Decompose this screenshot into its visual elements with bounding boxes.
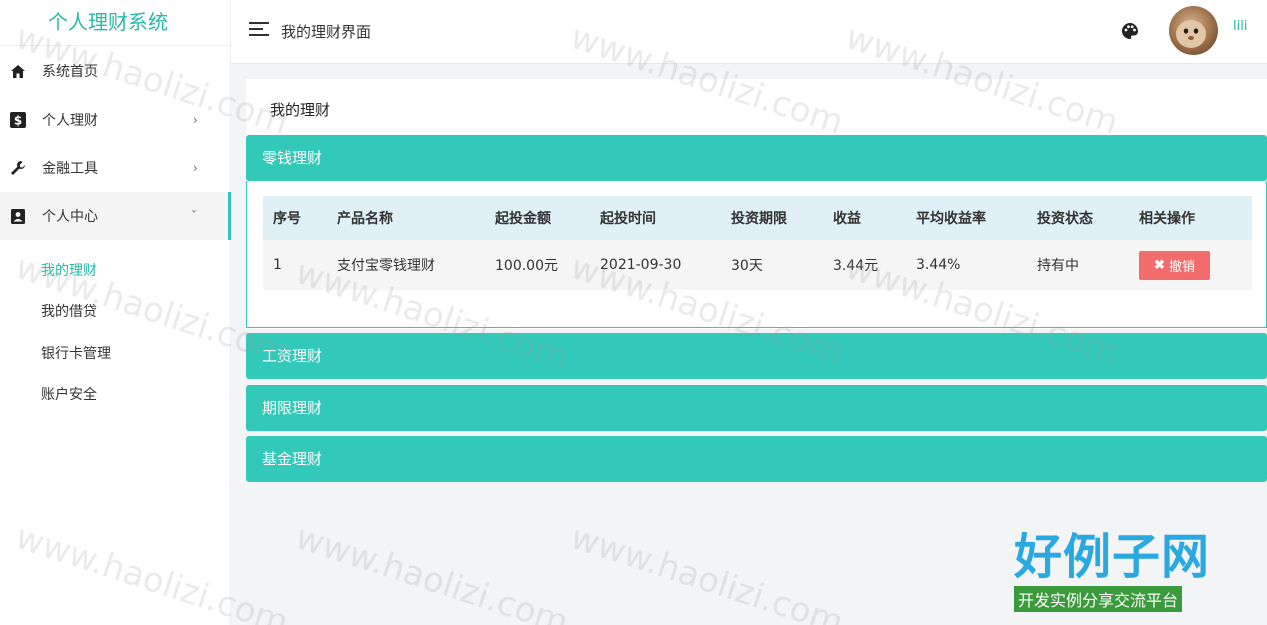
sidebar-item-financial-tools[interactable]: 金融工具 › (0, 144, 231, 192)
home-icon (10, 64, 26, 78)
cell-status: 持有中 (1027, 240, 1129, 290)
column-header: 产品名称 (327, 196, 485, 240)
table-header-row: 序号 产品名称 起投金额 起投时间 投资期限 收益 平均收益率 投资状态 相关操… (263, 196, 1252, 240)
top-header: 我的理财界面 lili (231, 0, 1267, 64)
cell-index: 1 (263, 240, 327, 290)
sidebar-subitem-my-finance[interactable]: 我的理财 (41, 260, 97, 280)
table-row: 1 支付宝零钱理财 100.00元 2021-09-30 30天 3.44元 3… (263, 240, 1252, 290)
panel-body-pocket-finance: 序号 产品名称 起投金额 起投时间 投资期限 收益 平均收益率 投资状态 相关操… (246, 181, 1267, 328)
cell-start-date: 2021-09-30 (590, 240, 721, 290)
close-icon: ✖ (1154, 257, 1165, 272)
chevron-down-icon: ˇ (191, 209, 197, 223)
cell-term: 30天 (721, 240, 823, 290)
sidebar-subitem-bank-cards[interactable]: 银行卡管理 (41, 343, 111, 363)
cell-income: 3.44元 (823, 240, 906, 290)
wrench-icon (10, 160, 26, 176)
contact-card-icon (10, 208, 26, 224)
panel-header-salary-finance[interactable]: 工资理财 (246, 333, 1267, 379)
column-header: 投资期限 (721, 196, 823, 240)
brand-watermark-subtitle: 开发实例分享交流平台 (1014, 586, 1183, 612)
sidebar-item-label: 系统首页 (42, 64, 98, 80)
sidebar-subitem-account-security[interactable]: 账户安全 (41, 384, 97, 404)
username[interactable]: lili (1233, 19, 1247, 34)
cell-product: 支付宝零钱理财 (327, 240, 485, 290)
palette-icon[interactable] (1121, 22, 1139, 40)
panel-header-term-finance[interactable]: 期限理财 (246, 385, 1267, 431)
column-header: 序号 (263, 196, 327, 240)
revoke-button-label: 撤销 (1168, 258, 1195, 274)
sidebar-item-label: 个人中心 (42, 209, 98, 225)
chevron-right-icon: › (193, 161, 198, 175)
svg-text:$: $ (14, 114, 22, 128)
brand-watermark: 好例子网 开发实例分享交流平台 (1014, 530, 1224, 612)
sidebar-item-label: 个人理财 (42, 113, 98, 129)
revoke-button[interactable]: ✖ 撤销 (1139, 250, 1210, 280)
cell-amount: 100.00元 (485, 240, 590, 290)
cell-rate: 3.44% (906, 240, 1027, 290)
chevron-right-icon: › (193, 113, 198, 127)
brand-watermark-title: 好例子网 (1014, 529, 1211, 585)
app-logo-title[interactable]: 个人理财系统 (0, 0, 230, 46)
menu-toggle-icon[interactable] (249, 22, 269, 38)
panel-header-pocket-finance[interactable]: 零钱理财 (246, 135, 1267, 181)
column-header: 起投时间 (590, 196, 721, 240)
watermark-text: www.haolizi.com (290, 517, 574, 625)
sidebar-item-personal-center[interactable]: 个人中心 ˇ (0, 192, 231, 240)
column-header: 投资状态 (1027, 196, 1129, 240)
column-header: 起投金额 (485, 196, 590, 240)
sidebar-item-label: 金融工具 (42, 161, 98, 177)
avatar[interactable] (1169, 6, 1218, 55)
cell-action: ✖ 撤销 (1129, 240, 1252, 290)
column-header: 平均收益率 (906, 196, 1027, 240)
panel-header-fund-finance[interactable]: 基金理财 (246, 436, 1267, 482)
card-title: 我的理财 (270, 101, 331, 119)
sidebar-item-home[interactable]: 系统首页 (0, 47, 231, 95)
sidebar: 个人理财系统 系统首页 $ 个人理财 › 金融工具 › 个人中心 ˇ 我的理财 … (0, 0, 231, 625)
page-title: 我的理财界面 (281, 23, 372, 41)
sidebar-item-personal-finance[interactable]: $ 个人理财 › (0, 96, 231, 144)
column-header: 收益 (823, 196, 906, 240)
column-header: 相关操作 (1129, 196, 1252, 240)
sidebar-subitem-my-loans[interactable]: 我的借贷 (41, 301, 97, 321)
dollar-icon: $ (10, 112, 26, 128)
investment-table: 序号 产品名称 起投金额 起投时间 投资期限 收益 平均收益率 投资状态 相关操… (263, 196, 1252, 290)
watermark-text: www.haolizi.com (565, 517, 849, 625)
